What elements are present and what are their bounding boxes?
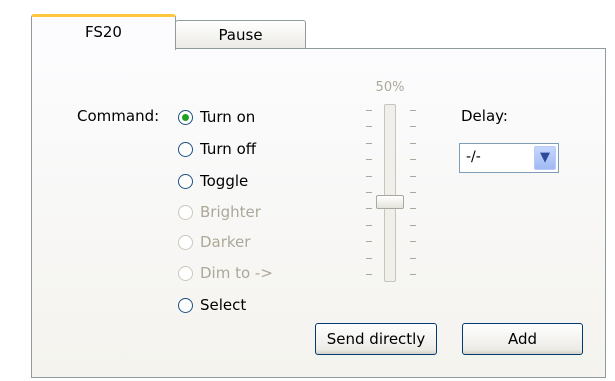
delay-label: Delay:	[461, 107, 508, 125]
slider-tick	[410, 143, 416, 144]
radio-toggle[interactable]: Toggle	[178, 172, 248, 190]
radio-checked-icon	[178, 109, 193, 125]
delay-selected-value: -/-	[466, 149, 481, 165]
slider-tick	[366, 225, 372, 226]
slider-tick	[410, 176, 416, 177]
radio-unchecked-icon	[178, 265, 193, 281]
slider-tick	[366, 110, 372, 111]
slider-tick	[366, 274, 372, 275]
slider-tick	[410, 258, 416, 259]
radio-label: Turn off	[200, 140, 257, 158]
radio-label: Brighter	[200, 203, 261, 221]
radio-unchecked-icon	[178, 204, 193, 220]
slider-tick	[410, 274, 416, 275]
slider-tick	[410, 208, 416, 209]
radio-dim-to[interactable]: Dim to ->	[178, 264, 273, 282]
radio-label: Toggle	[200, 172, 249, 190]
slider-tick	[366, 241, 372, 242]
slider-tick	[410, 192, 416, 193]
radio-unchecked-icon	[178, 173, 193, 189]
radio-unchecked-icon	[178, 297, 193, 313]
radio-unchecked-icon	[178, 234, 193, 250]
dim-slider-thumb[interactable]	[376, 195, 404, 209]
slider-tick	[366, 143, 372, 144]
panel-content: Command: Turn on Turn off Toggle Brighte…	[0, 0, 615, 381]
slider-tick	[410, 110, 416, 111]
delay-select[interactable]: -/- ▼	[459, 143, 559, 173]
slider-tick	[410, 159, 416, 160]
slider-tick	[366, 258, 372, 259]
add-button[interactable]: Add	[462, 323, 583, 355]
slider-tick	[366, 159, 372, 160]
radio-label: Select	[200, 296, 247, 314]
radio-label: Darker	[200, 233, 251, 251]
radio-brighter[interactable]: Brighter	[178, 203, 261, 221]
slider-tick	[366, 176, 372, 177]
slider-tick	[410, 225, 416, 226]
slider-tick	[366, 126, 372, 127]
radio-turn-on[interactable]: Turn on	[178, 108, 255, 126]
radio-unchecked-icon	[178, 141, 193, 157]
radio-select[interactable]: Select	[178, 296, 246, 314]
dim-percent-label: 50%	[375, 80, 405, 95]
slider-tick	[410, 241, 416, 242]
dim-slider-track[interactable]	[384, 104, 396, 282]
radio-turn-off[interactable]: Turn off	[178, 140, 256, 158]
send-directly-button[interactable]: Send directly	[315, 323, 437, 355]
radio-label: Dim to ->	[200, 264, 273, 282]
command-label: Command:	[77, 107, 160, 125]
slider-tick	[366, 192, 372, 193]
radio-darker[interactable]: Darker	[178, 233, 250, 251]
radio-label: Turn on	[200, 108, 256, 126]
chevron-down-icon[interactable]: ▼	[534, 146, 556, 170]
slider-tick	[410, 126, 416, 127]
slider-tick	[366, 208, 372, 209]
